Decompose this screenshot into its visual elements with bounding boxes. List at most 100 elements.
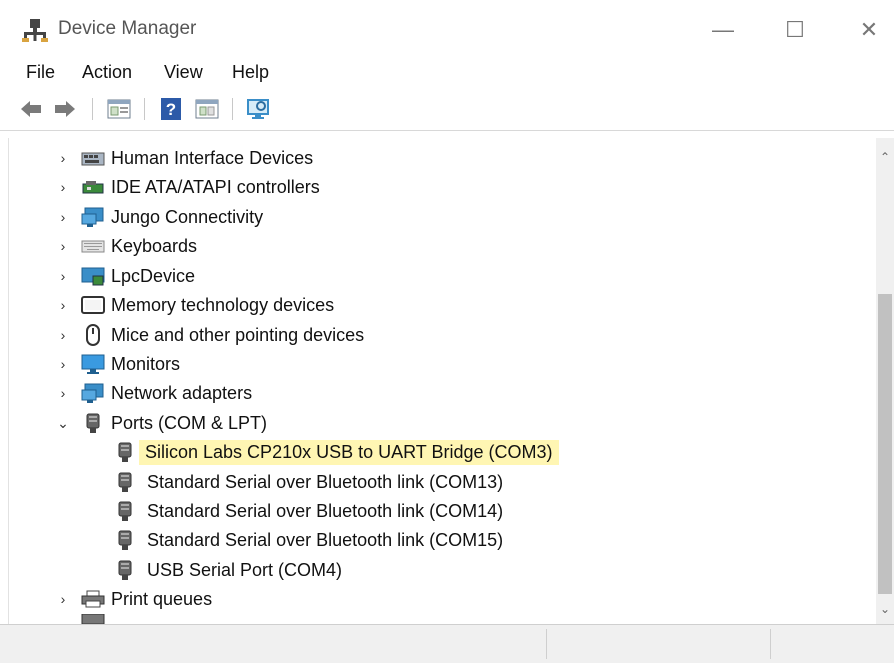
tree-item-label: Print queues <box>111 588 213 609</box>
scroll-up-icon[interactable]: ⌃ <box>876 148 894 166</box>
port-icon <box>113 500 137 522</box>
chevron-right-icon[interactable]: › <box>53 148 73 168</box>
back-arrow-icon <box>21 101 41 117</box>
close-icon: ✕ <box>859 17 879 42</box>
help-icon: ? <box>161 98 181 120</box>
tree-item-lpcdevice[interactable]: › LpcDevice <box>53 262 195 290</box>
svg-text:?: ? <box>166 100 176 119</box>
menu-action[interactable]: Action <box>82 62 132 83</box>
tree-item-label: Ports (COM & LPT) <box>111 412 268 433</box>
tree-item-usb-serial-com4[interactable]: USB Serial Port (COM4) <box>113 556 342 584</box>
tree-item-jungo-connectivity[interactable]: › Jungo Connectivity <box>53 203 263 231</box>
memory-device-icon <box>81 294 105 316</box>
update-driver-button[interactable] <box>194 96 220 122</box>
port-icon <box>113 441 137 463</box>
tree-item-label: Human Interface Devices <box>111 147 314 168</box>
tree-item-label: Standard Serial over Bluetooth link (COM… <box>147 471 504 492</box>
tree-item-print-queues[interactable]: › Print queues <box>53 585 212 613</box>
tree-item-label: USB Serial Port (COM4) <box>147 559 343 580</box>
tree-item-keyboards[interactable]: › Keyboards <box>53 232 197 260</box>
chevron-right-icon[interactable]: › <box>53 236 73 256</box>
tree-item-label: Network adapters <box>111 382 253 403</box>
forward-arrow-icon <box>55 101 75 117</box>
scroll-down-icon[interactable]: ⌄ <box>876 600 894 618</box>
tree-item-label: Standard Serial over Bluetooth link (COM… <box>147 500 504 521</box>
scan-hardware-button[interactable] <box>246 96 272 122</box>
tree-item-label: LpcDevice <box>111 265 196 286</box>
tree-item-network-adapters[interactable]: › Network adapters <box>53 379 252 407</box>
tree-item-silicon-labs-cp210x[interactable]: Silicon Labs CP210x USB to UART Bridge (… <box>113 438 559 466</box>
menu-help[interactable]: Help <box>232 62 269 83</box>
tree-item-label: Silicon Labs CP210x USB to UART Bridge (… <box>139 439 559 465</box>
status-separator <box>546 629 547 659</box>
tree-item-label: IDE ATA/ATAPI controllers <box>111 176 320 197</box>
tree-item-bluetooth-com13[interactable]: Standard Serial over Bluetooth link (COM… <box>113 468 503 496</box>
network-adapter-icon <box>81 382 105 404</box>
tree-item-mice-and-other-pointing-devices[interactable]: › Mice and other pointing devices <box>53 321 364 349</box>
keyboard-icon <box>81 235 105 257</box>
tree-item-label: Monitors <box>111 353 181 374</box>
chevron-right-icon[interactable]: › <box>53 266 73 286</box>
status-separator <box>770 629 771 659</box>
tree-item-monitors[interactable]: › Monitors <box>53 350 180 378</box>
device-tree[interactable]: › Human Interface Devices › IDE ATA/ATAP… <box>8 138 877 624</box>
toolbar-separator <box>232 98 233 120</box>
update-driver-icon <box>195 99 219 119</box>
port-icon <box>113 471 137 493</box>
menu-bar: File Action View Help <box>0 58 894 88</box>
close-button[interactable]: ✕ <box>846 14 892 46</box>
menu-file[interactable]: File <box>26 62 55 83</box>
chevron-right-icon[interactable]: › <box>53 325 73 345</box>
printer-icon <box>81 614 105 624</box>
port-icon <box>113 529 137 551</box>
mouse-icon <box>81 324 105 346</box>
title-bar: Device Manager — ☐ ✕ <box>0 0 894 58</box>
minimize-button[interactable]: — <box>700 14 746 46</box>
lpc-device-icon <box>81 265 105 287</box>
vertical-scrollbar[interactable]: ⌃ ⌄ <box>876 138 894 624</box>
minimize-icon: — <box>712 17 734 42</box>
tree-item-label: Keyboards <box>111 235 198 256</box>
tree-item-label: Standard Serial over Bluetooth link (COM… <box>147 529 504 550</box>
chevron-right-icon[interactable]: › <box>53 589 73 609</box>
tree-item-bluetooth-com14[interactable]: Standard Serial over Bluetooth link (COM… <box>113 497 503 525</box>
ide-controller-icon <box>81 176 105 198</box>
tree-item-memory-technology-devices[interactable]: › Memory technology devices <box>53 291 334 319</box>
tree-item-partial-cutoff <box>81 614 105 624</box>
port-icon <box>81 412 105 434</box>
tree-item-label: Mice and other pointing devices <box>111 324 365 345</box>
chevron-right-icon[interactable]: › <box>53 207 73 227</box>
network-monitor-icon <box>81 206 105 228</box>
tree-item-ide-ata-atapi-controllers[interactable]: › IDE ATA/ATAPI controllers <box>53 173 320 201</box>
tree-item-label: Jungo Connectivity <box>111 206 264 227</box>
maximize-button[interactable]: ☐ <box>772 14 818 46</box>
printer-icon <box>81 588 105 610</box>
monitor-icon <box>81 353 105 375</box>
chevron-down-icon[interactable]: ⌄ <box>53 413 73 433</box>
tree-item-ports-com-lpt[interactable]: ⌄ Ports (COM & LPT) <box>53 409 267 437</box>
window-title: Device Manager <box>58 18 197 39</box>
scroll-thumb[interactable] <box>878 294 892 594</box>
chevron-right-icon[interactable]: › <box>53 383 73 403</box>
tree-item-label: Memory technology devices <box>111 294 335 315</box>
properties-button[interactable] <box>106 96 132 122</box>
chevron-right-icon[interactable]: › <box>53 354 73 374</box>
forward-button[interactable] <box>52 96 78 122</box>
menu-view[interactable]: View <box>164 62 203 83</box>
tree-item-human-interface-devices[interactable]: › Human Interface Devices <box>53 144 313 172</box>
properties-icon <box>107 99 131 119</box>
toolbar-separator <box>92 98 93 120</box>
device-manager-icon <box>22 19 48 42</box>
maximize-icon: ☐ <box>785 17 805 42</box>
chevron-right-icon[interactable]: › <box>53 177 73 197</box>
help-button[interactable]: ? <box>158 96 184 122</box>
hid-icon <box>81 147 105 169</box>
tree-item-bluetooth-com15[interactable]: Standard Serial over Bluetooth link (COM… <box>113 526 503 554</box>
port-icon <box>113 559 137 581</box>
back-button[interactable] <box>18 96 44 122</box>
chevron-right-icon[interactable]: › <box>53 295 73 315</box>
status-bar <box>0 624 894 663</box>
scan-hardware-icon <box>247 99 269 119</box>
toolbar: ? <box>0 88 894 131</box>
toolbar-separator <box>144 98 145 120</box>
